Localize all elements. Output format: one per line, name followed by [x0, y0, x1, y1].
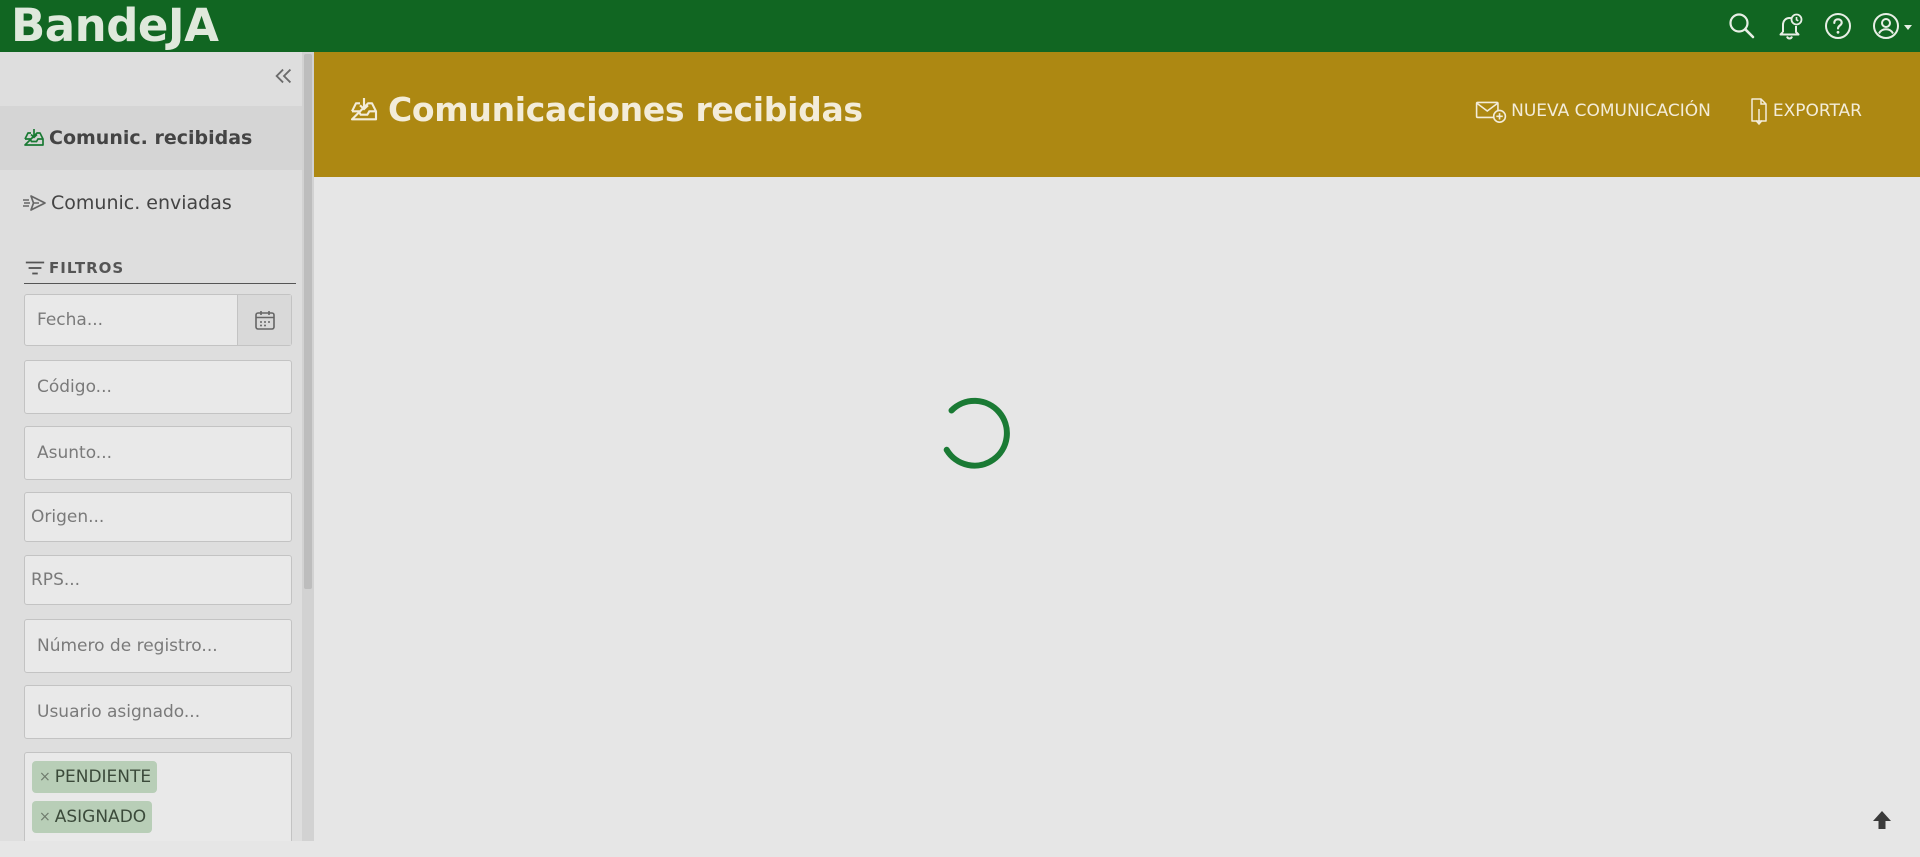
sidebar-item-comunic-enviadas[interactable]: Comunic. enviadas: [0, 171, 302, 235]
status-tag: × PENDIENTE: [32, 761, 158, 793]
double-chevron-left-icon: [275, 68, 292, 84]
numero-registro-input[interactable]: [25, 620, 291, 672]
usuario-asignado-field: [24, 685, 292, 739]
usuario-asignado-input[interactable]: [25, 686, 291, 738]
filters-header: FILTROS: [24, 252, 296, 284]
page-header: Comunicaciones recibidas NUEVA COMUNICAC…: [314, 52, 1920, 177]
tag-label: ASIGNADO: [54, 807, 147, 827]
tag-remove-button[interactable]: ×: [39, 809, 51, 825]
filters-title: FILTROS: [49, 258, 125, 277]
sidebar-item-label: Comunic. enviadas: [51, 192, 232, 214]
inbox-download-icon: [24, 129, 44, 146]
new-communication-label: NUEVA COMUNICACIÓN: [1511, 101, 1711, 121]
top-actions: [1718, 0, 1920, 52]
app-logo[interactable]: BandeJA: [11, 0, 219, 52]
inbox-download-icon: [350, 97, 378, 120]
main-content: [314, 177, 1920, 841]
file-export-icon: [1751, 98, 1767, 126]
mail-add-icon: [1475, 101, 1507, 124]
codigo-input[interactable]: [25, 361, 291, 413]
sidebar-scrollbar[interactable]: [302, 52, 314, 841]
scrollbar-thumb[interactable]: [304, 54, 312, 589]
help-icon[interactable]: [1814, 0, 1862, 52]
search-icon[interactable]: [1718, 0, 1766, 52]
asunto-field: [24, 426, 292, 480]
rps-input[interactable]: [25, 556, 291, 604]
fecha-input[interactable]: [25, 295, 239, 345]
user-menu[interactable]: [1862, 0, 1920, 52]
calendar-icon: [254, 311, 275, 330]
loading-spinner: [943, 397, 1010, 469]
send-icon: [23, 195, 46, 211]
tag-remove-button[interactable]: ×: [39, 769, 51, 785]
user-circle-icon: [1872, 13, 1899, 39]
calendar-button[interactable]: [237, 295, 291, 345]
top-bar: BandeJA: [0, 0, 1920, 52]
status-tag: × ASIGNADO: [32, 801, 153, 833]
bottom-edge: [0, 841, 1920, 857]
fecha-field: [24, 294, 292, 346]
header-actions: NUEVA COMUNICACIÓN EXPORTAR: [1437, 96, 1862, 126]
page-title: Comunicaciones recibidas: [388, 90, 863, 129]
arrow-up-icon: [1873, 811, 1891, 829]
export-label: EXPORTAR: [1772, 101, 1862, 121]
filter-icon: [25, 261, 45, 274]
rps-field: [24, 555, 292, 605]
status-multiselect[interactable]: × PENDIENTE × ASIGNADO: [24, 752, 292, 842]
asunto-input[interactable]: [25, 427, 291, 479]
export-button[interactable]: EXPORTAR: [1749, 96, 1862, 126]
sidebar-item-label: Comunic. recibidas: [49, 127, 253, 149]
origen-field: [24, 492, 292, 542]
origen-input[interactable]: [25, 493, 291, 541]
codigo-field: [24, 360, 292, 414]
caret-down-icon: [1903, 24, 1912, 30]
scroll-to-top-button[interactable]: [1870, 808, 1894, 832]
page-title-group: Comunicaciones recibidas: [348, 90, 863, 129]
bell-clock-icon[interactable]: [1766, 0, 1814, 52]
sidebar: Comunic. recibidas Comunic. enviadas FIL…: [0, 52, 314, 841]
new-communication-button[interactable]: NUEVA COMUNICACIÓN: [1475, 98, 1711, 124]
collapse-sidebar-button[interactable]: [270, 62, 298, 90]
sidebar-item-comunic-recibidas[interactable]: Comunic. recibidas: [0, 106, 302, 170]
tag-label: PENDIENTE: [54, 767, 152, 787]
numero-registro-field: [24, 619, 292, 673]
